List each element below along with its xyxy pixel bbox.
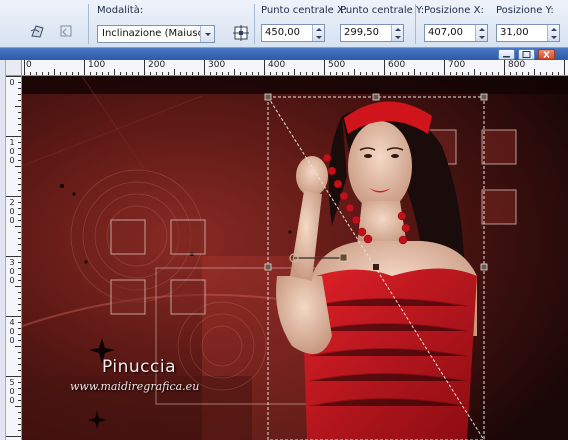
maximize-icon bbox=[522, 51, 531, 58]
ruler-h-label: 300 bbox=[208, 60, 226, 70]
close-button[interactable] bbox=[538, 49, 555, 60]
position-y-label: Posizione Y: bbox=[496, 5, 554, 16]
ruler-h-label: 600 bbox=[388, 60, 406, 70]
chevron-down-icon bbox=[200, 26, 214, 42]
center-y-spinner[interactable] bbox=[391, 25, 403, 41]
center-y-value: 299,50 bbox=[344, 27, 379, 38]
minimize-button[interactable] bbox=[498, 49, 515, 60]
reset-deform-icon[interactable] bbox=[54, 20, 78, 42]
maximize-button[interactable] bbox=[518, 49, 535, 60]
ruler-h-label: 200 bbox=[148, 60, 166, 70]
ruler-h-label: 700 bbox=[448, 60, 466, 70]
center-x-spinner[interactable] bbox=[312, 25, 324, 41]
ruler-corner bbox=[6, 60, 22, 76]
watermark-url: www.maidiregrafica.eu bbox=[70, 380, 200, 393]
position-x-label: Posizione X: bbox=[424, 5, 484, 16]
center-y-label: Punto centrale Y: bbox=[340, 5, 425, 16]
mode-select[interactable]: Inclinazione (Maiusc) bbox=[97, 25, 215, 43]
position-x-spinner[interactable] bbox=[475, 25, 487, 41]
position-x-field[interactable]: 407,00 bbox=[424, 24, 488, 42]
center-x-field[interactable]: 450,00 bbox=[261, 24, 325, 42]
position-y-field[interactable]: 31,00 bbox=[496, 24, 560, 42]
image-canvas[interactable]: Pinuccia www.maidiregrafica.eu bbox=[22, 76, 568, 440]
mode-label: Modalità: bbox=[97, 5, 144, 16]
mode-select-value: Inclinazione (Maiusc) bbox=[102, 28, 208, 39]
ruler-h-label: 100 bbox=[88, 60, 106, 70]
ruler-h-label: 800 bbox=[508, 60, 526, 70]
watermark-name: Pinuccia bbox=[102, 357, 176, 377]
toolbar-separator bbox=[254, 4, 255, 44]
center-x-label: Punto centrale X: bbox=[261, 5, 348, 16]
tool-options-bar: Modalità: Inclinazione (Maiusc) Punto ce… bbox=[0, 0, 568, 48]
toolbar-separator bbox=[88, 4, 89, 44]
center-x-value: 450,00 bbox=[265, 27, 300, 38]
position-x-value: 407,00 bbox=[428, 27, 463, 38]
toolbar-separator bbox=[415, 4, 416, 44]
vertical-ruler[interactable]: 0 100 200 300 400 500 bbox=[6, 76, 22, 440]
close-icon bbox=[543, 51, 550, 58]
ruler-v-label: 500 bbox=[9, 378, 15, 405]
horizontal-ruler[interactable]: 0 100 200 300 400 500 600 700 800 bbox=[22, 60, 568, 76]
deform-tool-icon[interactable] bbox=[26, 20, 50, 42]
ruler-v-label: 0 bbox=[9, 78, 15, 87]
ruler-h-label-0: 0 bbox=[26, 60, 32, 70]
ruler-h-label: 500 bbox=[328, 60, 346, 70]
ruler-v-label: 300 bbox=[9, 258, 15, 285]
position-y-spinner[interactable] bbox=[547, 25, 559, 41]
ruler-v-label: 400 bbox=[9, 318, 15, 345]
center-y-field[interactable]: 299,50 bbox=[340, 24, 404, 42]
ruler-h-label: 400 bbox=[268, 60, 286, 70]
ruler-v-label: 200 bbox=[9, 198, 15, 225]
target-center-icon[interactable] bbox=[229, 22, 253, 44]
minimize-icon bbox=[503, 56, 510, 58]
document-window-titlebar[interactable] bbox=[0, 48, 568, 60]
ruler-v-label: 100 bbox=[9, 138, 15, 165]
position-y-value: 31,00 bbox=[500, 27, 529, 38]
